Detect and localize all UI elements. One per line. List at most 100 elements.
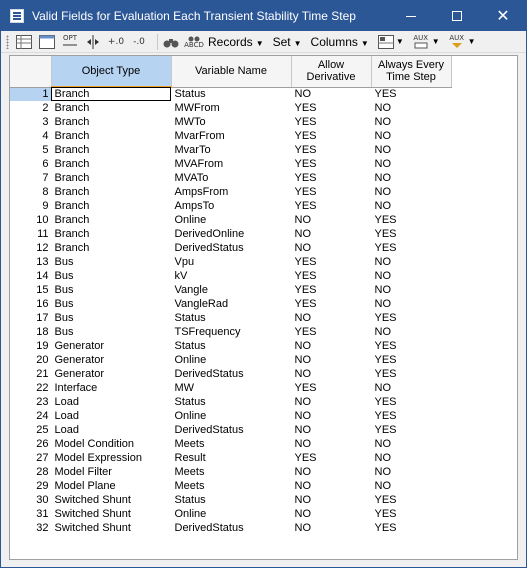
allow-derivative-cell[interactable]: NO: [291, 437, 371, 451]
row-number[interactable]: 7: [10, 171, 51, 185]
allow-derivative-cell[interactable]: YES: [291, 157, 371, 171]
row-number[interactable]: 18: [10, 325, 51, 339]
object-type-cell[interactable]: Load: [51, 423, 171, 437]
find-binoculars-icon[interactable]: [162, 33, 180, 51]
object-type-cell[interactable]: Generator: [51, 353, 171, 367]
row-number[interactable]: 27: [10, 451, 51, 465]
columns-menu[interactable]: Columns ▼: [311, 35, 369, 49]
row-number[interactable]: 4: [10, 129, 51, 143]
always-every-time-step-cell[interactable]: YES: [371, 339, 451, 353]
allow-derivative-cell[interactable]: NO: [291, 353, 371, 367]
variable-name-cell[interactable]: MVATo: [171, 171, 291, 185]
column-width-icon[interactable]: [84, 33, 102, 51]
variable-name-cell[interactable]: AmpsFrom: [171, 185, 291, 199]
always-every-time-step-cell[interactable]: YES: [371, 367, 451, 381]
variable-name-cell[interactable]: Meets: [171, 479, 291, 493]
table-row[interactable]: 26 Model Condition Meets NO NO: [10, 437, 451, 451]
allow-derivative-cell[interactable]: YES: [291, 297, 371, 311]
table-row[interactable]: 3 Branch MWTo YES NO: [10, 115, 451, 129]
allow-derivative-cell[interactable]: YES: [291, 255, 371, 269]
row-number[interactable]: 2: [10, 101, 51, 115]
object-type-cell[interactable]: Switched Shunt: [51, 521, 171, 535]
abcd-sort-icon[interactable]: ABCD: [184, 33, 204, 51]
always-every-time-step-cell[interactable]: NO: [371, 451, 451, 465]
object-type-cell[interactable]: Branch: [51, 185, 171, 199]
row-number[interactable]: 21: [10, 367, 51, 381]
allow-derivative-cell[interactable]: NO: [291, 493, 371, 507]
allow-derivative-cell[interactable]: YES: [291, 115, 371, 129]
variable-name-cell[interactable]: Status: [171, 87, 291, 101]
variable-name-cell[interactable]: Meets: [171, 465, 291, 479]
table-row[interactable]: 11 Branch DerivedOnline NO YES: [10, 227, 451, 241]
always-every-time-step-cell[interactable]: YES: [371, 507, 451, 521]
always-every-time-step-cell[interactable]: YES: [371, 409, 451, 423]
always-every-time-step-cell[interactable]: NO: [371, 325, 451, 339]
always-every-time-step-cell[interactable]: YES: [371, 213, 451, 227]
records-menu[interactable]: Records ▼: [208, 35, 264, 49]
allow-derivative-cell[interactable]: NO: [291, 507, 371, 521]
object-type-cell[interactable]: Model Filter: [51, 465, 171, 479]
variable-name-cell[interactable]: DerivedOnline: [171, 227, 291, 241]
variable-name-cell[interactable]: Status: [171, 493, 291, 507]
corner-header[interactable]: [10, 56, 52, 88]
object-type-cell[interactable]: Branch: [51, 241, 171, 255]
variable-name-cell[interactable]: Online: [171, 213, 291, 227]
row-number[interactable]: 17: [10, 311, 51, 325]
table-row[interactable]: 2 Branch MWFrom YES NO: [10, 101, 451, 115]
allow-derivative-cell[interactable]: YES: [291, 269, 371, 283]
allow-derivative-cell[interactable]: YES: [291, 185, 371, 199]
allow-derivative-cell[interactable]: NO: [291, 241, 371, 255]
allow-derivative-cell[interactable]: NO: [291, 213, 371, 227]
data-grid[interactable]: Object Type Variable Name Allow Derivati…: [9, 55, 518, 560]
row-number[interactable]: 22: [10, 381, 51, 395]
table-row[interactable]: 14 Bus kV YES NO: [10, 269, 451, 283]
variable-name-cell[interactable]: Online: [171, 507, 291, 521]
always-every-time-step-cell[interactable]: NO: [371, 157, 451, 171]
format-dropdown[interactable]: ▼: [377, 34, 404, 49]
allow-derivative-cell[interactable]: NO: [291, 311, 371, 325]
allow-derivative-cell[interactable]: NO: [291, 423, 371, 437]
always-every-time-step-cell[interactable]: NO: [371, 115, 451, 129]
table-row[interactable]: 25 Load DerivedStatus NO YES: [10, 423, 451, 437]
variable-name-cell[interactable]: MvarTo: [171, 143, 291, 157]
always-every-time-step-cell[interactable]: NO: [371, 129, 451, 143]
column-header-allow-derivative[interactable]: Allow Derivative: [291, 56, 372, 88]
table-row[interactable]: 8 Branch AmpsFrom YES NO: [10, 185, 451, 199]
row-number[interactable]: 10: [10, 213, 51, 227]
variable-name-cell[interactable]: DerivedStatus: [171, 241, 291, 255]
always-every-time-step-cell[interactable]: NO: [371, 283, 451, 297]
table-row[interactable]: 21 Generator DerivedStatus NO YES: [10, 367, 451, 381]
allow-derivative-cell[interactable]: YES: [291, 381, 371, 395]
always-every-time-step-cell[interactable]: YES: [371, 353, 451, 367]
aux-export-dropdown[interactable]: AUX ▼: [412, 33, 440, 51]
object-type-cell[interactable]: Branch: [51, 129, 171, 143]
allow-derivative-cell[interactable]: YES: [291, 143, 371, 157]
variable-name-cell[interactable]: DerivedStatus: [171, 367, 291, 381]
object-type-cell[interactable]: Bus: [51, 283, 171, 297]
row-number[interactable]: 19: [10, 339, 51, 353]
allow-derivative-cell[interactable]: YES: [291, 129, 371, 143]
object-type-cell[interactable]: Branch: [51, 227, 171, 241]
grid-view-icon[interactable]: [15, 33, 33, 51]
row-number[interactable]: 3: [10, 115, 51, 129]
always-every-time-step-cell[interactable]: NO: [371, 479, 451, 493]
variable-name-cell[interactable]: VangleRad: [171, 297, 291, 311]
object-type-cell[interactable]: Generator: [51, 367, 171, 381]
always-every-time-step-cell[interactable]: NO: [371, 297, 451, 311]
allow-derivative-cell[interactable]: YES: [291, 199, 371, 213]
table-row[interactable]: 28 Model Filter Meets NO NO: [10, 465, 451, 479]
table-row[interactable]: 9 Branch AmpsTo YES NO: [10, 199, 451, 213]
object-type-cell[interactable]: Model Expression: [51, 451, 171, 465]
variable-name-cell[interactable]: MVAFrom: [171, 157, 291, 171]
table-row[interactable]: 13 Bus Vpu YES NO: [10, 255, 451, 269]
object-type-cell[interactable]: Model Plane: [51, 479, 171, 493]
always-every-time-step-cell[interactable]: NO: [371, 255, 451, 269]
variable-name-cell[interactable]: TSFrequency: [171, 325, 291, 339]
allow-derivative-cell[interactable]: NO: [291, 409, 371, 423]
row-number[interactable]: 31: [10, 507, 51, 521]
variable-name-cell[interactable]: Online: [171, 353, 291, 367]
allow-derivative-cell[interactable]: NO: [291, 339, 371, 353]
table-row[interactable]: 6 Branch MVAFrom YES NO: [10, 157, 451, 171]
allow-derivative-cell[interactable]: NO: [291, 395, 371, 409]
allow-derivative-cell[interactable]: YES: [291, 325, 371, 339]
